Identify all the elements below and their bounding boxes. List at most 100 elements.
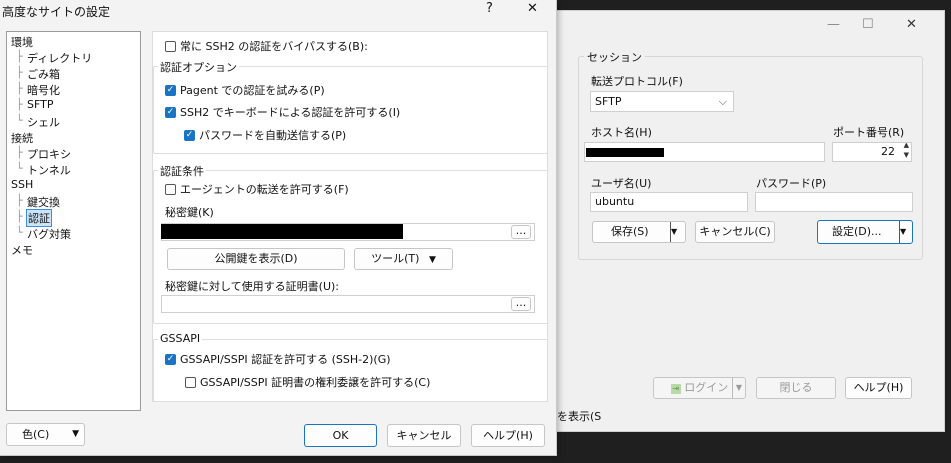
login-icon: ⇥ bbox=[670, 384, 681, 394]
bypass-auth-checkbox[interactable]: 常に SSH2 の認証をバイパスする(B): bbox=[165, 38, 368, 54]
pageant-checkbox[interactable]: ✓ Pagent での認証を試みる(P) bbox=[165, 82, 325, 98]
tree-connector: └ bbox=[16, 114, 23, 127]
checkbox-box bbox=[185, 376, 196, 388]
private-key-label: 秘密鍵(K) bbox=[165, 206, 214, 219]
tree-item-ssh[interactable]: SSH bbox=[11, 178, 33, 191]
tree-connector: ├ bbox=[16, 98, 23, 111]
help-button[interactable]: ヘルプ(H) bbox=[471, 424, 545, 447]
tree-connector: ├ bbox=[16, 66, 23, 79]
color-button[interactable]: 色(C) ▼ bbox=[6, 423, 85, 446]
agent-forwarding-label: エージェントの転送を許可する(F) bbox=[180, 183, 349, 196]
tools-button[interactable]: ツール(T) ▼ bbox=[354, 248, 453, 270]
gssapi-delegate-label: GSSAPI/SSPI 証明書の権利委譲を許可する(C) bbox=[200, 376, 431, 389]
tree-item-connection[interactable]: 接続 bbox=[11, 130, 33, 146]
tree-item-sftp[interactable]: SFTP bbox=[27, 98, 53, 111]
tree-item-encryption[interactable]: 暗号化 bbox=[27, 82, 60, 98]
settings-tree: 環境 ├ ディレクトリ ├ ごみ箱 ├ 暗号化 ├ SFTP └ シェル 接続 … bbox=[6, 31, 141, 411]
checkmark-icon: ✓ bbox=[165, 84, 176, 96]
agent-forwarding-checkbox[interactable]: エージェントの転送を許可する(F) bbox=[165, 181, 349, 197]
tree-connector: ├ bbox=[16, 146, 23, 159]
login-button[interactable]: ⇥ ログイン ▼ bbox=[653, 377, 746, 399]
port-label: ポート番号(R) bbox=[833, 126, 905, 139]
password-label: パスワード(P) bbox=[756, 177, 827, 190]
close-icon[interactable]: ✕ bbox=[906, 17, 917, 32]
tree-connector: └ bbox=[16, 226, 23, 239]
keyboard-interactive-checkbox[interactable]: ✓ SSH2 でキーボードによる認証を許可する(I) bbox=[165, 104, 400, 120]
close-button[interactable]: 閉じる bbox=[756, 377, 836, 399]
bypass-auth-label: 常に SSH2 の認証をバイパスする(B): bbox=[180, 40, 368, 53]
minimize-icon[interactable]: — bbox=[827, 17, 840, 32]
user-input[interactable]: ubuntu bbox=[590, 192, 748, 212]
cancel-button[interactable]: キャンセル bbox=[387, 424, 461, 447]
checkmark-icon: ✓ bbox=[165, 353, 176, 365]
tools-button-label: ツール(T) bbox=[371, 252, 420, 265]
tree-item-notes[interactable]: メモ bbox=[11, 242, 33, 258]
settings-button[interactable]: 設定(D)... ▼ bbox=[817, 220, 913, 244]
auth-options-legend: 認証オプション bbox=[158, 59, 239, 75]
gssapi-allow-checkbox[interactable]: ✓ GSSAPI/SSPI 認証を許可する (SSH-2)(G) bbox=[165, 351, 391, 367]
tree-connector: ├ bbox=[16, 82, 23, 95]
close-icon[interactable]: ✕ bbox=[527, 1, 538, 16]
protocol-select[interactable]: SFTP ⌵ bbox=[590, 91, 734, 112]
show-label: を表示(S bbox=[557, 410, 602, 423]
show-public-key-button[interactable]: 公開鍵を表示(D) bbox=[167, 248, 345, 270]
tree-item-tunnel[interactable]: トンネル bbox=[27, 162, 71, 178]
cancel-button[interactable]: キャンセル(C) bbox=[695, 221, 775, 243]
dropdown-arrow-icon[interactable]: ▼ bbox=[732, 378, 745, 398]
gssapi-group bbox=[153, 339, 548, 402]
session-legend: セッション bbox=[584, 49, 645, 65]
maximize-icon[interactable]: ☐ bbox=[862, 17, 874, 32]
host-label: ホスト名(H) bbox=[591, 126, 652, 139]
tree-connector: └ bbox=[16, 162, 23, 175]
dropdown-arrow-icon[interactable]: ▼ bbox=[899, 221, 912, 243]
help-icon[interactable]: ? bbox=[486, 1, 493, 16]
certificate-label: 秘密鍵に対して使用する証明書(U): bbox=[165, 280, 340, 293]
gssapi-allow-label: GSSAPI/SSPI 認証を許可する (SSH-2)(G) bbox=[180, 353, 391, 366]
port-input[interactable]: 22 ▲ ▼ bbox=[832, 142, 912, 162]
certificate-input[interactable] bbox=[161, 295, 535, 313]
chevron-down-icon: ▼ bbox=[428, 255, 436, 265]
user-label: ユーザ名(U) bbox=[591, 177, 652, 190]
dropdown-arrow-icon[interactable]: ▼ bbox=[670, 222, 685, 242]
password-input[interactable] bbox=[755, 192, 913, 212]
tree-connector: ├ bbox=[16, 210, 23, 223]
advanced-site-settings-dialog: 高度なサイトの設定 ? ✕ 環境 ├ ディレクトリ ├ ごみ箱 ├ 暗号化 ├ … bbox=[0, 0, 557, 456]
checkbox-box bbox=[165, 183, 176, 195]
tree-item-environment[interactable]: 環境 bbox=[11, 34, 33, 50]
autosend-password-checkbox[interactable]: ✓ パスワードを自動送信する(P) bbox=[184, 127, 346, 143]
tree-connector: ├ bbox=[16, 194, 23, 207]
browse-private-key-button[interactable]: ... bbox=[511, 225, 531, 239]
checkmark-icon: ✓ bbox=[184, 129, 195, 141]
ok-button[interactable]: OK bbox=[304, 424, 377, 447]
auth-params-legend: 認証条件 bbox=[158, 163, 206, 179]
login-button-label: ログイン bbox=[684, 381, 729, 394]
login-window: — ☐ ✕ セッション 転送プロトコル(F) SFTP ⌵ ホスト名(H) ポー… bbox=[543, 10, 945, 432]
chevron-down-icon: ⌵ bbox=[718, 95, 727, 108]
tree-item-key-exchange[interactable]: 鍵交換 bbox=[27, 194, 60, 210]
port-value: 22 bbox=[881, 145, 895, 158]
user-value: ubuntu bbox=[595, 195, 635, 208]
save-button-label: 保存(S) bbox=[611, 225, 649, 238]
chevron-down-icon: ▼ bbox=[72, 429, 79, 439]
tree-item-bug-workarounds[interactable]: バグ対策 bbox=[27, 226, 71, 242]
spinner-arrows-icon[interactable]: ▲ ▼ bbox=[904, 143, 909, 160]
tree-item-directory[interactable]: ディレクトリ bbox=[27, 50, 92, 66]
tree-item-proxy[interactable]: プロキシ bbox=[27, 146, 71, 162]
checkbox-box bbox=[165, 40, 176, 52]
tree-item-shell[interactable]: シェル bbox=[27, 114, 60, 130]
pageant-label: Pagent での認証を試みる(P) bbox=[180, 84, 325, 97]
title-bar: 高度なサイトの設定 ? ✕ bbox=[0, 0, 556, 20]
protocol-value: SFTP bbox=[595, 95, 622, 108]
help-button[interactable]: ヘルプ(H) bbox=[845, 377, 912, 399]
settings-button-label: 設定(D)... bbox=[832, 225, 882, 238]
browse-certificate-button[interactable]: ... bbox=[511, 297, 531, 311]
autosend-password-label: パスワードを自動送信する(P) bbox=[199, 129, 347, 142]
keyboard-interactive-label: SSH2 でキーボードによる認証を許可する(I) bbox=[180, 106, 401, 119]
tree-connector: ├ bbox=[16, 50, 23, 63]
tree-item-recycle-bin[interactable]: ごみ箱 bbox=[27, 66, 60, 82]
tree-item-authentication[interactable]: 認証 bbox=[26, 209, 52, 227]
save-button[interactable]: 保存(S) ▼ bbox=[592, 221, 686, 243]
checkmark-icon: ✓ bbox=[165, 106, 176, 118]
gssapi-delegate-checkbox[interactable]: GSSAPI/SSPI 証明書の権利委譲を許可する(C) bbox=[185, 374, 430, 390]
protocol-label: 転送プロトコル(F) bbox=[591, 75, 683, 88]
